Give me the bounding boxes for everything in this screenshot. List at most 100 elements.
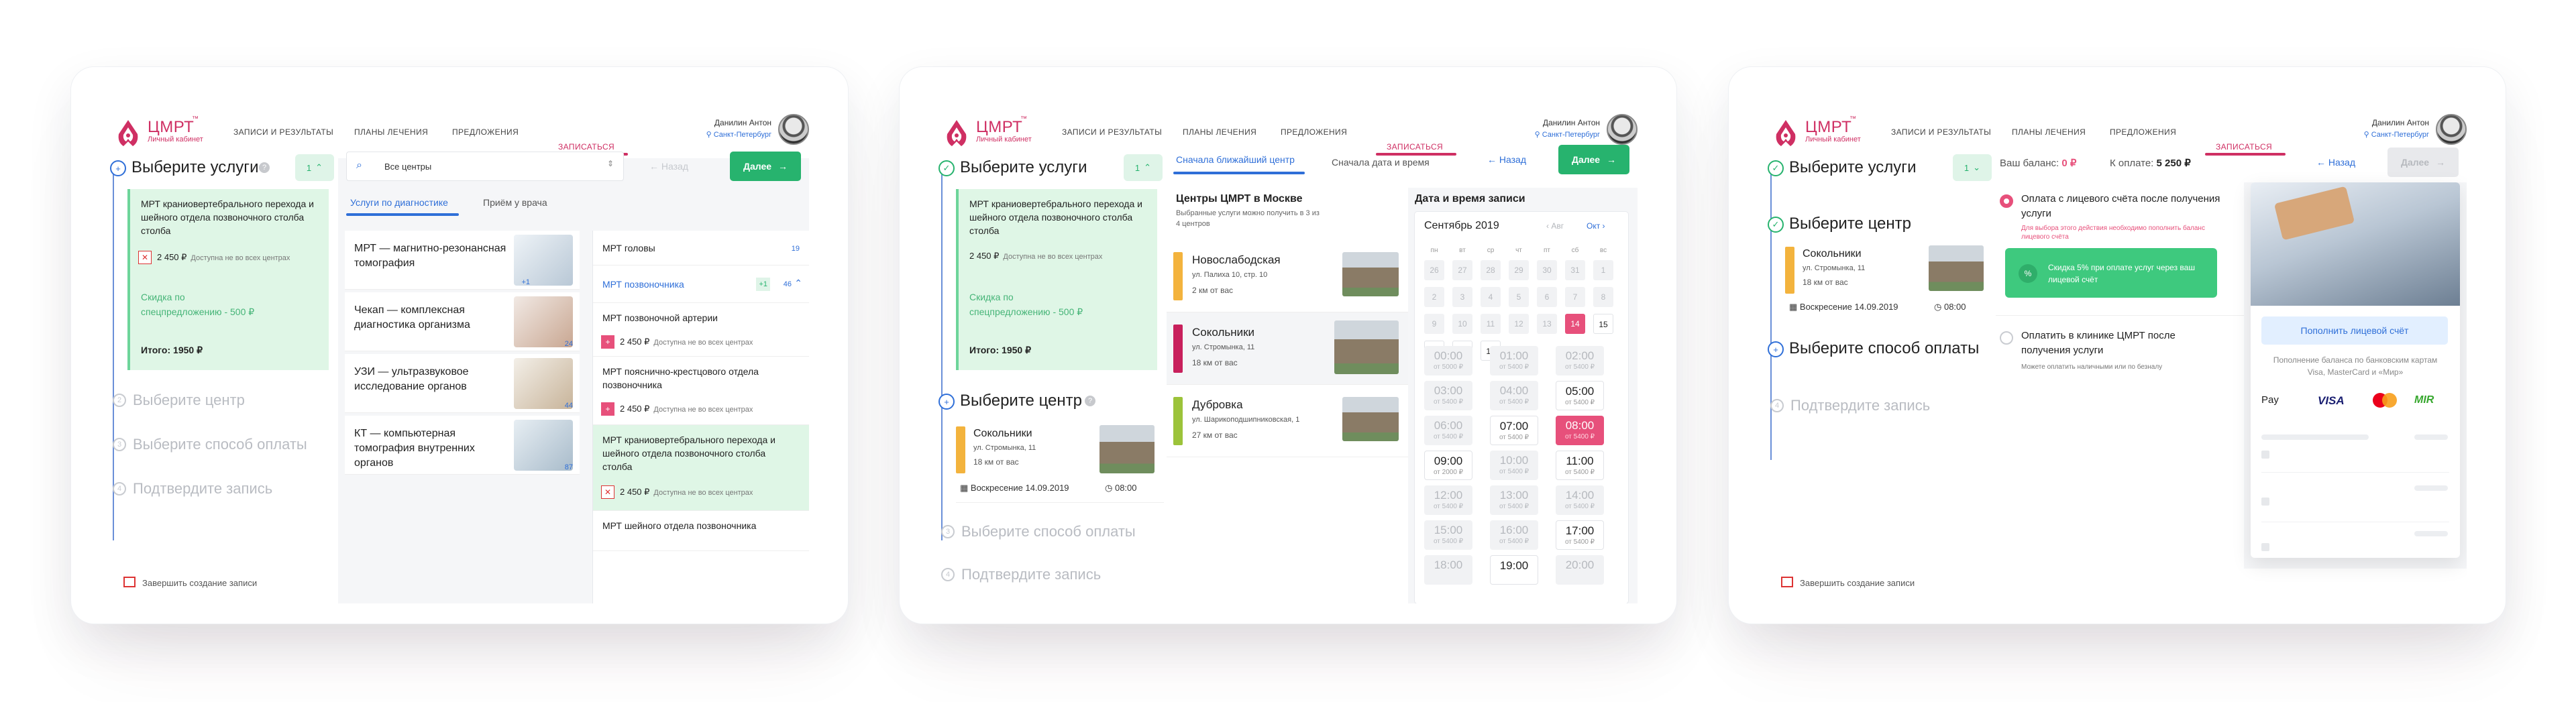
list-item[interactable]: МРТ пояснично-крестцового отдела позвоно…	[593, 357, 809, 425]
radio-clinic-payment[interactable]	[2000, 331, 2013, 345]
nav-records[interactable]: ЗАПИСИ И РЕЗУЛЬТАТЫ	[233, 127, 333, 137]
time-slot[interactable]: 07:00 от 5400 ₽	[1490, 416, 1538, 445]
avatar[interactable]	[778, 114, 809, 145]
time-slot[interactable]: 00:00 от 5000 ₽	[1424, 346, 1472, 375]
nav-book[interactable]: ЗАПИСАТЬСЯ	[1387, 142, 1443, 152]
time-slot[interactable]: 12:00 от 5400 ₽	[1424, 485, 1472, 515]
nav-records[interactable]: ЗАПИСИ И РЕЗУЛЬТАТЫ	[1891, 127, 1991, 137]
nav-plans[interactable]: ПЛАНЫ ЛЕЧЕНИЯ	[1183, 127, 1256, 137]
next-button[interactable]: Далее →	[1558, 145, 1629, 174]
calendar-day[interactable]: 10	[1452, 314, 1472, 334]
nav-book[interactable]: ЗАПИСАТЬСЯ	[558, 142, 614, 152]
remove-icon[interactable]: ✕	[601, 485, 614, 499]
day-selected[interactable]: 14	[1565, 314, 1585, 334]
time-slot[interactable]: 20:00	[1556, 555, 1604, 585]
calendar-day[interactable]: 30	[1537, 260, 1557, 280]
tab-diagnostics[interactable]: Услуги по диагностике	[350, 197, 448, 208]
time-slot[interactable]: 19:00	[1490, 555, 1538, 585]
time-slot[interactable]: 06:00 от 5400 ₽	[1424, 416, 1472, 445]
calendar-day[interactable]: 7	[1565, 287, 1585, 307]
user-block[interactable]: Данилин Антон Санкт-Петербург	[695, 114, 809, 154]
add-icon[interactable]: +	[601, 335, 614, 349]
list-item[interactable]: МРТ шейного отдела позвоночника	[593, 511, 809, 551]
service-category-checkup[interactable]: Чекап — комплексная диагностика организм…	[345, 292, 580, 351]
calendar-day[interactable]: 29	[1509, 260, 1529, 280]
help-icon[interactable]: ?	[259, 162, 270, 173]
nav-offers[interactable]: ПРЕДЛОЖЕНИЯ	[2110, 127, 2176, 137]
list-item[interactable]: МРТ головы 19	[593, 231, 809, 266]
nav-plans[interactable]: ПЛАНЫ ЛЕЧЕНИЯ	[2012, 127, 2086, 137]
time-slot[interactable]: 02:00 от 5400 ₽	[1556, 346, 1604, 375]
user-city[interactable]: Санкт-Петербург	[2364, 130, 2429, 139]
time-slot[interactable]: 04:00 от 5400 ₽	[1490, 381, 1538, 410]
calendar-day[interactable]: 11	[1481, 314, 1501, 334]
back-button[interactable]: ← Назад	[649, 161, 688, 172]
calendar-day[interactable]: 31	[1565, 260, 1585, 280]
calendar-day[interactable]: 15	[1593, 314, 1613, 334]
nav-records[interactable]: ЗАПИСИ И РЕЗУЛЬТАТЫ	[1062, 127, 1162, 137]
prev-month-button[interactable]: ‹ Авг	[1546, 221, 1564, 231]
services-count-badge[interactable]: 1 ⌃	[1124, 154, 1163, 181]
calendar-day[interactable]: 26	[1424, 260, 1444, 280]
radio-account-payment[interactable]	[2000, 194, 2013, 208]
list-item-expanded[interactable]: МРТ позвоночника +1 46 ⌃	[593, 266, 809, 303]
next-month-button[interactable]: Окт ›	[1587, 221, 1605, 231]
center-item-selected[interactable]: Сокольники ул. Стромынка, 11 18 км от вас	[1167, 312, 1408, 385]
service-category-ct[interactable]: КТ — компьютерная томография внутренних …	[345, 416, 580, 475]
calendar-day[interactable]: 8	[1593, 287, 1613, 307]
tab-by-date[interactable]: Сначала дата и время	[1332, 157, 1430, 168]
next-button-disabled[interactable]: Далее →	[2387, 148, 2459, 177]
services-count-badge[interactable]: 1 ⌄	[1953, 154, 1992, 181]
nav-book[interactable]: ЗАПИСАТЬСЯ	[2216, 142, 2272, 152]
user-city[interactable]: Санкт-Петербург	[706, 130, 771, 139]
time-slot[interactable]: 01:00 от 5400 ₽	[1490, 346, 1538, 375]
time-slot[interactable]: 09:00 от 2000 ₽	[1424, 451, 1472, 480]
calendar-day[interactable]: 12	[1509, 314, 1529, 334]
calendar-day[interactable]: 5	[1509, 287, 1529, 307]
back-button[interactable]: ← Назад	[2316, 157, 2355, 168]
time-slot[interactable]: 15:00 от 5400 ₽	[1424, 520, 1472, 550]
services-count-badge[interactable]: 1 ⌃	[295, 154, 334, 181]
time-slot[interactable]: 10:00 от 5400 ₽	[1490, 451, 1538, 480]
calendar-day[interactable]: 1	[1593, 260, 1613, 280]
option-clinic-payment[interactable]: Оплатить в клинике ЦМРТ после получения …	[2021, 329, 2222, 358]
avatar[interactable]	[2436, 114, 2467, 145]
finish-booking-link[interactable]: Завершить создание записи	[123, 577, 257, 588]
time-slot[interactable]: 11:00 от 5400 ₽	[1556, 451, 1604, 480]
calendar-day[interactable]: 6	[1537, 287, 1557, 307]
tab-nearest[interactable]: Сначала ближайший центр	[1176, 154, 1295, 165]
topup-button[interactable]: Пополнить лицевой счёт	[2261, 316, 2448, 345]
calendar-day[interactable]: 9	[1424, 314, 1444, 334]
calendar-day[interactable]: 4	[1481, 287, 1501, 307]
time-slot[interactable]: 13:00 от 5400 ₽	[1490, 485, 1538, 515]
calendar-day[interactable]: 3	[1452, 287, 1472, 307]
time-slot-selected[interactable]: 08:00 от 5400 ₽	[1556, 416, 1604, 445]
next-button[interactable]: Далее →	[730, 152, 801, 181]
option-account-payment[interactable]: Оплата с лицевого счёта после получения …	[2021, 192, 2222, 221]
time-slot[interactable]: 14:00 от 5400 ₽	[1556, 485, 1604, 515]
calendar-day[interactable]: 27	[1452, 260, 1472, 280]
avatar[interactable]	[1607, 114, 1638, 145]
nav-plans[interactable]: ПЛАНЫ ЛЕЧЕНИЯ	[354, 127, 428, 137]
calendar-day[interactable]: 28	[1481, 260, 1501, 280]
nav-offers[interactable]: ПРЕДЛОЖЕНИЯ	[1281, 127, 1347, 137]
time-slot[interactable]: 16:00 от 5400 ₽	[1490, 520, 1538, 550]
center-item[interactable]: Новослабодская ул. Палиха 10, стр. 10 2 км…	[1167, 240, 1408, 312]
time-slot[interactable]: 17:00 от 5400 ₽	[1556, 520, 1604, 550]
add-icon[interactable]: +	[601, 402, 614, 416]
user-city[interactable]: Санкт-Петербург	[1535, 130, 1600, 139]
time-slot[interactable]: 05:00 от 5400 ₽	[1556, 381, 1604, 410]
back-button[interactable]: ← Назад	[1487, 154, 1526, 165]
help-icon[interactable]: ?	[1085, 396, 1095, 406]
time-slot[interactable]: 18:00	[1424, 555, 1472, 585]
service-category-ultrasound[interactable]: УЗИ — ультразвуковое исследование органо…	[345, 354, 580, 413]
finish-booking-link[interactable]: Завершить создание записи	[1781, 577, 1915, 588]
nav-offers[interactable]: ПРЕДЛОЖЕНИЯ	[452, 127, 519, 137]
remove-icon[interactable]: ✕	[138, 251, 152, 264]
list-item[interactable]: МРТ позвоночной артерии +2 450 ₽ Доступна …	[593, 303, 809, 357]
service-category-mri[interactable]: МРТ — магнитно-резонансная томография +1	[345, 231, 580, 290]
center-item[interactable]: Дубровка ул. Шарикоподшипниковская, 1 27 к…	[1167, 385, 1408, 457]
time-slot[interactable]: 03:00 от 5400 ₽	[1424, 381, 1472, 410]
list-item-selected[interactable]: МРТ краниовертебрального перехода и шейн…	[593, 425, 809, 511]
calendar-day[interactable]: 13	[1537, 314, 1557, 334]
